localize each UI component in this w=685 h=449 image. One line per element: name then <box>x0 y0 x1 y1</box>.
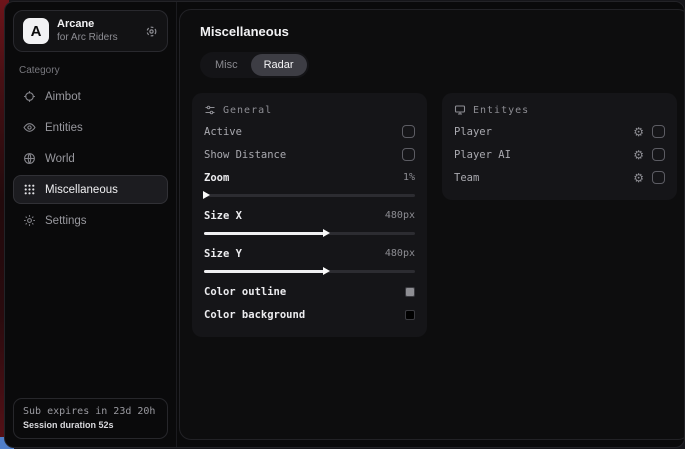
sidebar-item-label: Settings <box>45 215 87 227</box>
player-checkbox[interactable] <box>652 125 665 138</box>
setting-label: Size X <box>204 210 242 222</box>
sidebar-item-miscellaneous[interactable]: Miscellaneous <box>13 175 168 204</box>
main-wrap: Miscellaneous Misc Radar General <box>177 2 685 447</box>
gear-icon[interactable]: ⚙ <box>633 126 644 138</box>
general-card-header: General <box>204 104 415 116</box>
globe-icon <box>23 152 36 165</box>
sub-expiry-text: Sub expires in 23d 20h <box>23 406 158 417</box>
sidebar-item-entities[interactable]: Entities <box>13 113 168 142</box>
sidebar-item-label: Miscellaneous <box>45 184 118 196</box>
color-background-swatch[interactable] <box>405 310 415 320</box>
app-window: A Arcane for Arc Riders Category Aimbot <box>4 1 685 448</box>
setting-label: Zoom <box>204 172 229 184</box>
entity-label: Player <box>454 126 492 138</box>
entities-card: Entityes Player ⚙ Player AI ⚙ <box>442 93 677 200</box>
sidebar: A Arcane for Arc Riders Category Aimbot <box>5 2 177 447</box>
setting-row-show-distance: Show Distance <box>204 143 415 166</box>
brand-card: A Arcane for Arc Riders <box>13 10 168 52</box>
setting-row-size-x: Size X 480px <box>204 204 415 227</box>
cards-row: General Active Show Distance Zoom 1% <box>192 93 677 337</box>
sidebar-item-settings[interactable]: Settings <box>13 206 168 235</box>
category-label: Category <box>19 65 162 76</box>
active-checkbox[interactable] <box>402 125 415 138</box>
sidebar-item-label: Entities <box>45 122 83 134</box>
setting-row-zoom: Zoom 1% <box>204 166 415 189</box>
gear-icon[interactable]: ⚙ <box>633 172 644 184</box>
grid-icon <box>23 183 36 196</box>
zoom-slider[interactable] <box>204 190 415 200</box>
page-title: Miscellaneous <box>200 24 677 39</box>
size-x-value: 480px <box>385 210 415 221</box>
tab-misc[interactable]: Misc <box>202 54 251 76</box>
sync-icon[interactable] <box>145 25 158 38</box>
sliders-icon <box>204 104 216 116</box>
player-ai-checkbox[interactable] <box>652 148 665 161</box>
setting-row-active: Active <box>204 120 415 143</box>
sidebar-item-label: Aimbot <box>45 91 81 103</box>
size-y-value: 480px <box>385 248 415 259</box>
show-distance-checkbox[interactable] <box>402 148 415 161</box>
session-card: Sub expires in 23d 20h Session duration … <box>13 398 168 439</box>
entities-card-title: Entityes <box>473 105 529 116</box>
sidebar-item-label: World <box>45 153 75 165</box>
setting-label: Show Distance <box>204 149 286 161</box>
tab-radar[interactable]: Radar <box>251 54 307 76</box>
entity-row-player-ai: Player AI ⚙ <box>454 143 665 166</box>
entity-row-player: Player ⚙ <box>454 120 665 143</box>
entities-card-header: Entityes <box>454 104 665 116</box>
setting-label: Color background <box>204 309 305 321</box>
size-x-slider[interactable] <box>204 228 415 238</box>
general-card-title: General <box>223 105 272 116</box>
color-outline-swatch[interactable] <box>405 287 415 297</box>
crosshair-icon <box>23 90 36 103</box>
setting-label: Color outline <box>204 286 286 298</box>
entity-label: Player AI <box>454 149 511 161</box>
slider-thumb[interactable] <box>323 229 330 237</box>
sidebar-nav: Aimbot Entities World <box>13 82 168 235</box>
entity-label: Team <box>454 172 479 184</box>
team-checkbox[interactable] <box>652 171 665 184</box>
general-card: General Active Show Distance Zoom 1% <box>192 93 427 337</box>
size-y-slider[interactable] <box>204 266 415 276</box>
brand-title: Arcane <box>57 18 137 32</box>
sidebar-item-world[interactable]: World <box>13 144 168 173</box>
entities-icon <box>23 121 36 134</box>
setting-label: Size Y <box>204 248 242 260</box>
brand-avatar: A <box>23 18 49 44</box>
gear-icon <box>23 214 36 227</box>
sidebar-item-aimbot[interactable]: Aimbot <box>13 82 168 111</box>
setting-row-color-outline: Color outline <box>204 280 415 303</box>
setting-row-color-background: Color background <box>204 303 415 326</box>
zoom-value: 1% <box>403 172 415 183</box>
tab-group: Misc Radar <box>200 52 309 78</box>
brand-text: Arcane for Arc Riders <box>57 18 137 44</box>
slider-thumb[interactable] <box>323 267 330 275</box>
brand-subtitle: for Arc Riders <box>57 32 137 45</box>
setting-row-size-y: Size Y 480px <box>204 242 415 265</box>
main-panel: Miscellaneous Misc Radar General <box>179 9 685 440</box>
session-duration-text: Session duration 52s <box>23 420 158 430</box>
setting-label: Active <box>204 126 242 138</box>
slider-thumb[interactable] <box>203 191 210 199</box>
monitor-icon <box>454 104 466 116</box>
entity-row-team: Team ⚙ <box>454 166 665 189</box>
gear-icon[interactable]: ⚙ <box>633 149 644 161</box>
